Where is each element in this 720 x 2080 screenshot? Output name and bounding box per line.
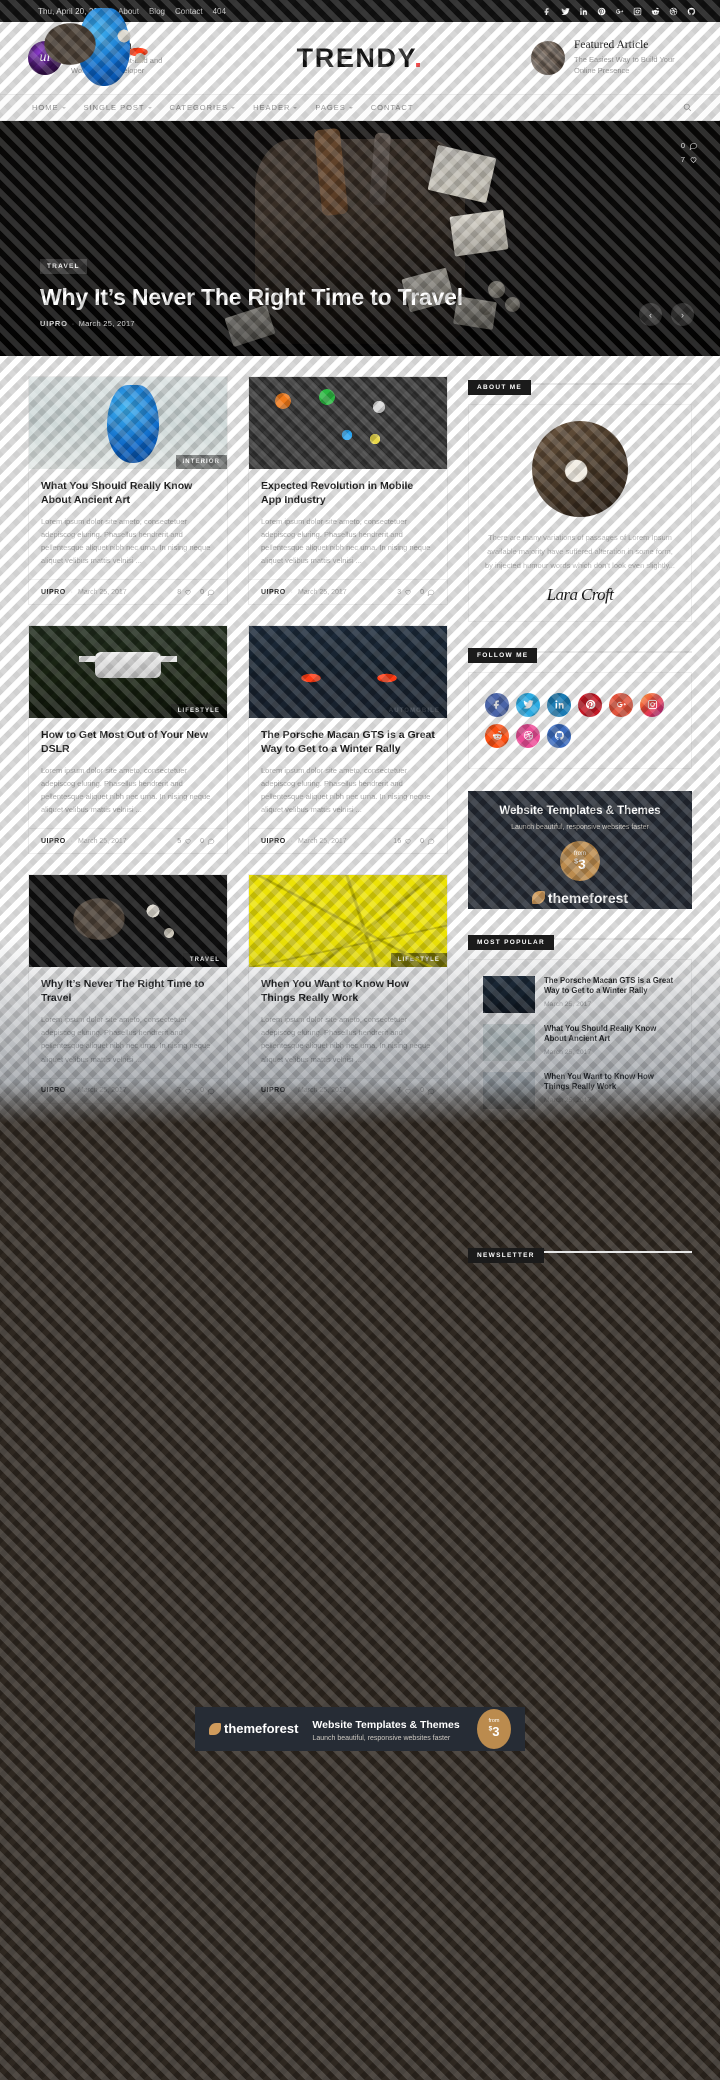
footer-ad-text: Website Templates & Themes Launch beauti… [312,1715,459,1742]
main-layout: INTERIOR What You Should Really Know Abo… [0,356,720,1419]
footer-ad-headline: Website Templates & Themes [312,1719,460,1731]
page-root: Thu, April 20, 2017 About Blog Contact 4… [0,0,720,1820]
widget-most-popular: MOST POPULAR The Porsche Macan GTS is a … [468,931,692,1222]
themeforest-leaf-icon [209,1722,221,1735]
most-popular-box: The Porsche Macan GTS is a Great Way to … [468,958,692,1222]
widget-title: FOLLOW ME [468,647,538,663]
footer-ad-subline: Launch beautiful, responsive websites fa… [312,1735,451,1742]
widget-header: NEWSLETTER [468,1244,692,1263]
sidebar: ABOUT ME There are many variations of pa… [468,376,692,1419]
widget-title: NEWSLETTER [468,1247,544,1263]
popular-list-item[interactable]: The Easiest Way to Build Your Online Pre… [483,1167,677,1205]
footer-ad-price-badge: from $3 [477,1708,511,1749]
popular-thumbnail [483,1167,535,1205]
footer-themeforest-banner[interactable]: themeforest Website Templates & Themes L… [195,1706,525,1751]
themeforest-logo: themeforest [209,1721,298,1736]
footer-ad-badge-amount: 3 [492,1723,500,1739]
footer-ad-badge-price: $3 [489,1725,500,1738]
widget-title: MOST POPULAR [468,934,554,950]
widget-title: ABOUT ME [468,380,532,395]
themeforest-wordmark: themeforest [224,1721,299,1736]
